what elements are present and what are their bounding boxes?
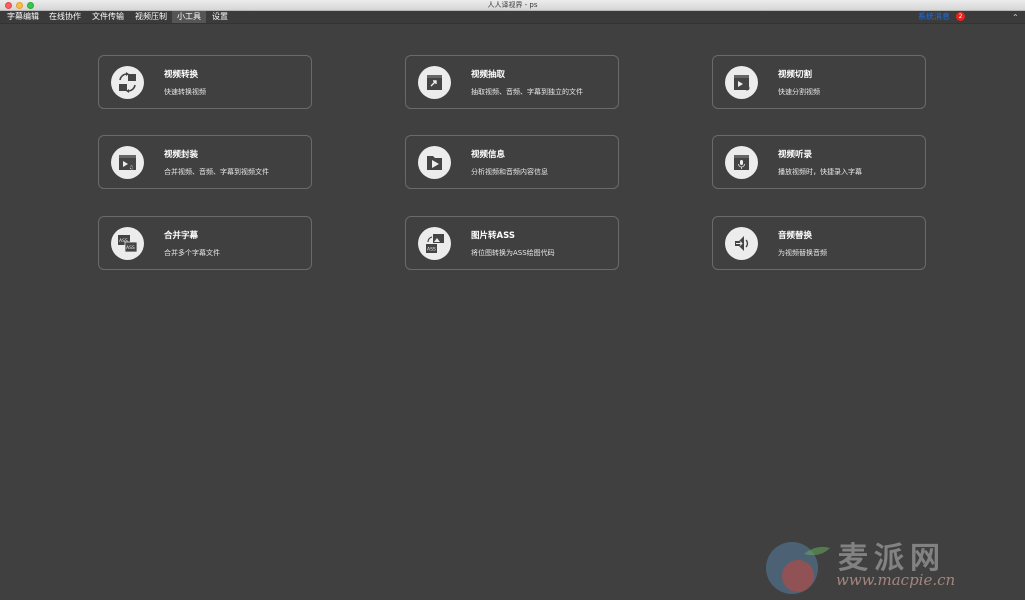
tool-title: 视频信息	[471, 150, 506, 160]
image-to-ass-icon: ASS	[418, 227, 451, 260]
menu-settings[interactable]: 设置	[207, 11, 233, 23]
tool-title: 音频替换	[778, 231, 813, 241]
tool-card-video-extract[interactable]: 视频抽取 抽取视频、音频、字幕到独立的文件	[405, 55, 619, 109]
tool-card-image-to-ass[interactable]: ASS 图片转ASS 将位图转换为ASS绘图代码	[405, 216, 619, 270]
tool-title: 合并字幕	[164, 231, 199, 241]
menu-tools[interactable]: 小工具	[172, 11, 206, 23]
svg-text:ASS: ASS	[427, 247, 436, 253]
tool-desc: 抽取视频、音频、字幕到独立的文件	[471, 88, 583, 96]
watermark-url: www.macpie.cn	[836, 571, 956, 589]
menu-bar: 字幕编辑 在线协作 文件传输 视频压制 小工具 设置 系统消息 2 ⌃	[0, 11, 1025, 24]
menu-online-collab[interactable]: 在线协作	[44, 11, 86, 23]
svg-text:♫: ♫	[129, 165, 133, 171]
tool-desc: 为视频替换音频	[778, 249, 827, 257]
video-info-icon	[418, 146, 451, 179]
tool-card-video-cut[interactable]: 视频切割 快速分割视频	[712, 55, 926, 109]
tool-title: 视频转换	[164, 70, 199, 80]
tool-card-subtitle-merge[interactable]: ASS ASS 合并字幕 合并多个字幕文件	[98, 216, 312, 270]
svg-text:ASS: ASS	[126, 245, 135, 251]
system-message-link[interactable]: 系统消息	[918, 11, 950, 23]
video-mux-icon: ♫	[111, 146, 144, 179]
window-title: 人人译视界 - ps	[487, 1, 538, 9]
video-transcribe-icon	[725, 146, 758, 179]
menu-subtitle-edit[interactable]: 字幕编辑	[2, 11, 44, 23]
audio-replace-icon	[725, 227, 758, 260]
title-bar: 人人译视界 - ps	[0, 0, 1025, 11]
menu-video-encode[interactable]: 视频压制	[130, 11, 172, 23]
tool-card-video-mux[interactable]: ♫ 视频封装 合并视频、音频、字幕到视频文件	[98, 135, 312, 189]
video-convert-icon	[111, 66, 144, 99]
tool-card-video-convert[interactable]: 视频转换 快速转换视频	[98, 55, 312, 109]
tool-desc: 快速转换视频	[164, 88, 206, 96]
tool-card-video-info[interactable]: 视频信息 分析视频和音频内容信息	[405, 135, 619, 189]
tool-desc: 合并多个字幕文件	[164, 249, 220, 257]
tool-desc: 合并视频、音频、字幕到视频文件	[164, 168, 269, 176]
tool-title: 图片转ASS	[471, 231, 515, 241]
tool-card-video-transcribe[interactable]: 视频听录 播放视频时，快捷录入字幕	[712, 135, 926, 189]
notification-badge: 2	[956, 12, 965, 21]
tool-desc: 快速分割视频	[778, 88, 820, 96]
tool-desc: 分析视频和音频内容信息	[471, 168, 548, 176]
tool-title: 视频切割	[778, 70, 813, 80]
video-extract-icon	[418, 66, 451, 99]
svg-text:ASS: ASS	[119, 238, 128, 244]
tool-desc: 播放视频时，快捷录入字幕	[778, 168, 862, 176]
tool-desc: 将位图转换为ASS绘图代码	[471, 249, 555, 257]
tool-title: 视频听录	[778, 150, 813, 160]
tool-title: 视频抽取	[471, 70, 506, 80]
tool-card-audio-replace[interactable]: 音频替换 为视频替换音频	[712, 216, 926, 270]
subtitle-merge-icon: ASS ASS	[111, 227, 144, 260]
chevron-up-icon[interactable]: ⌃	[1012, 11, 1019, 24]
menu-file-transfer[interactable]: 文件传输	[87, 11, 129, 23]
video-cut-icon	[725, 66, 758, 99]
tool-title: 视频封装	[164, 150, 199, 160]
